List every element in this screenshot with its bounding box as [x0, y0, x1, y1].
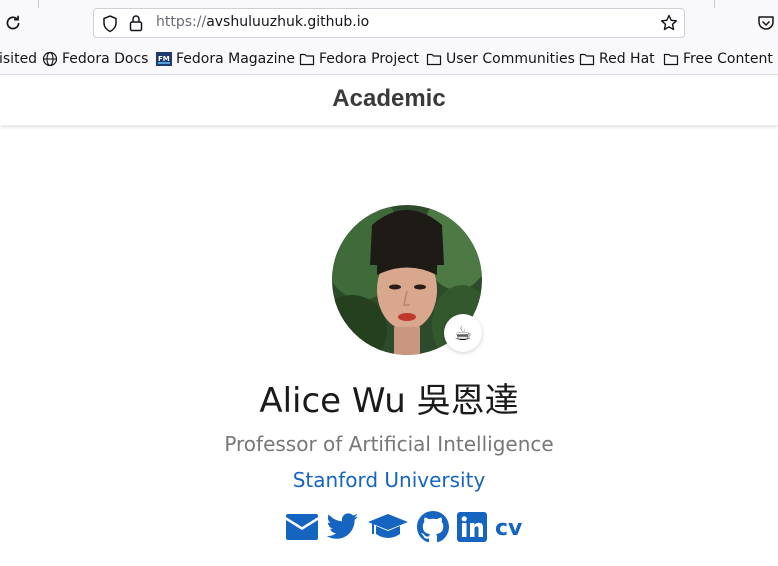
- shield-icon[interactable]: [102, 15, 118, 33]
- bookmark-most-visited[interactable]: isited: [0, 50, 37, 68]
- bookmark-fedora-magazine[interactable]: FM Fedora Magazine: [156, 50, 295, 68]
- envelope-icon[interactable]: [285, 514, 319, 544]
- social-links: cv: [285, 511, 522, 547]
- site-title[interactable]: Academic: [0, 85, 778, 113]
- bookmark-label: Fedora Docs: [62, 51, 149, 67]
- profile-name: Alice Wu 吳恩達: [259, 381, 519, 421]
- status-badge[interactable]: ☕: [444, 314, 482, 352]
- bookmark-label: isited: [0, 51, 38, 67]
- folder-icon: [299, 53, 315, 66]
- folder-icon: [663, 53, 679, 66]
- browser-toolbar: https://avshuluuzhuk.github.io: [0, 0, 778, 44]
- bookmark-label: Red Hat: [599, 51, 655, 67]
- svg-text:FM: FM: [158, 55, 170, 63]
- fm-icon: FM: [156, 52, 172, 66]
- bookmark-red-hat[interactable]: Red Hat: [579, 50, 655, 68]
- pocket-icon[interactable]: [757, 14, 775, 32]
- url-protocol: https://: [156, 14, 207, 30]
- twitter-icon[interactable]: [326, 513, 359, 545]
- bookmark-fedora-docs[interactable]: Fedora Docs: [42, 50, 148, 68]
- bookmark-user-communities[interactable]: User Communities: [426, 50, 575, 68]
- url-text[interactable]: https://avshuluuzhuk.github.io: [156, 14, 369, 30]
- linkedin-icon[interactable]: [457, 512, 487, 546]
- url-host: avshuluuzhuk.github.io: [206, 14, 370, 30]
- web-page: Academic ☕ Alice Wu 吳恩達 Professor of Art…: [0, 75, 778, 566]
- star-icon[interactable]: [660, 14, 678, 32]
- profile-role: Professor of Artificial Intelligence: [224, 432, 554, 456]
- lock-icon[interactable]: [129, 14, 143, 32]
- toolbar-separator: [714, 0, 715, 8]
- toolbar-separator: [38, 0, 39, 8]
- bookmark-label: Fedora Magazine: [176, 51, 295, 67]
- folder-icon: [426, 53, 442, 66]
- graduation-cap-icon[interactable]: [367, 512, 409, 546]
- url-bar[interactable]: https://avshuluuzhuk.github.io: [93, 8, 685, 38]
- bookmark-free-content[interactable]: Free Content: [663, 50, 773, 68]
- bookmark-label: User Communities: [446, 51, 575, 67]
- bookmarks-bar: isited Fedora Docs FM Fedora Magazine Fe…: [0, 44, 778, 75]
- folder-icon: [579, 53, 595, 66]
- bookmark-label: Free Content: [683, 51, 773, 67]
- cv-link[interactable]: cv: [495, 512, 522, 546]
- profile-organization-link[interactable]: Stanford University: [0, 468, 778, 492]
- site-navbar: Academic: [0, 75, 778, 125]
- bookmark-fedora-project[interactable]: Fedora Project: [299, 50, 419, 68]
- reload-icon[interactable]: [4, 14, 22, 32]
- github-icon[interactable]: [417, 511, 449, 547]
- bookmark-label: Fedora Project: [319, 51, 420, 67]
- globe-icon: [42, 51, 58, 67]
